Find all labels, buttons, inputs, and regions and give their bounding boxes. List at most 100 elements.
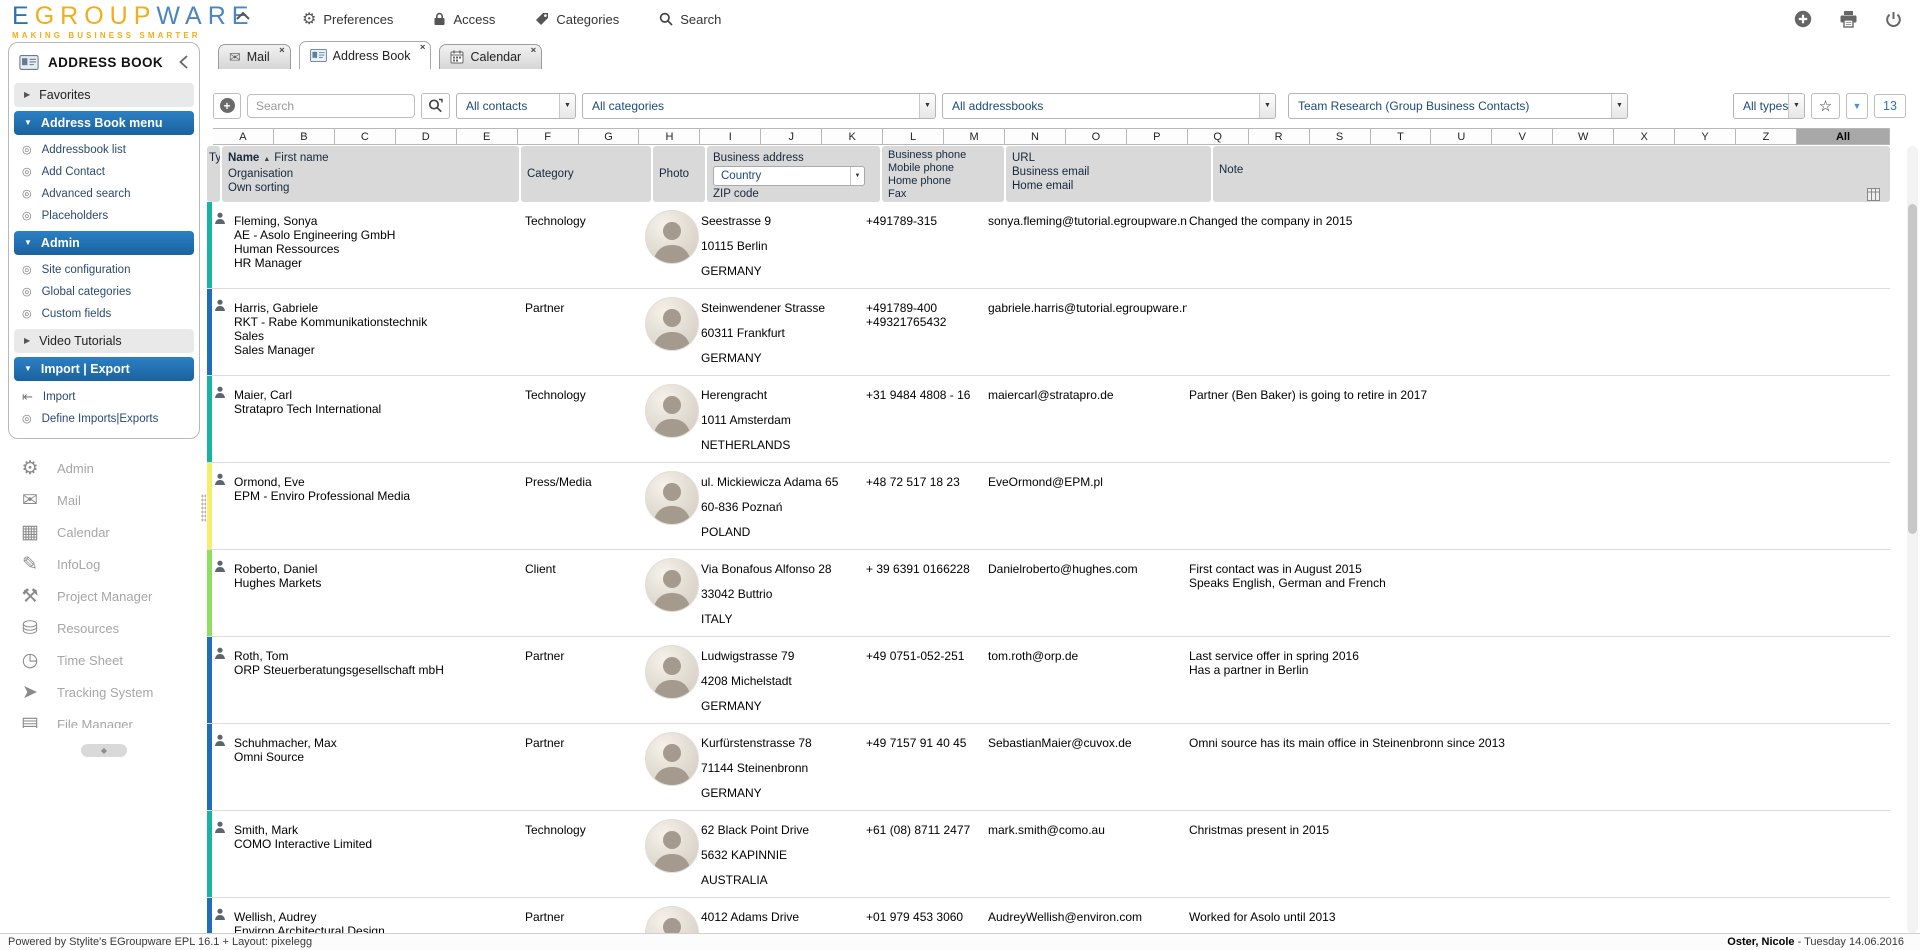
alphabet-letter[interactable]: E xyxy=(457,128,518,145)
sidebar-menu-item[interactable]: ◎ Global categories xyxy=(9,281,199,303)
printer-icon[interactable] xyxy=(1839,11,1858,28)
alphabet-letter[interactable]: B xyxy=(274,128,335,145)
app-link[interactable]: Project Manager xyxy=(8,580,200,612)
alphabet-letter[interactable]: L xyxy=(883,128,944,145)
app-link[interactable]: Admin xyxy=(8,452,200,484)
alphabet-letter[interactable]: D xyxy=(396,128,457,145)
app-link[interactable]: Mail xyxy=(8,484,200,516)
table-row[interactable]: Wellish, Audrey Environ Architectural De… xyxy=(207,898,1890,933)
table-row[interactable]: Roberto, Daniel Hughes Markets Client Vi… xyxy=(207,550,1890,637)
column-header-name[interactable]: Name▲First name Organisation Own sorting xyxy=(222,146,519,202)
table-row[interactable]: Smith, Mark COMO Interactive Limited Tec… xyxy=(207,811,1890,898)
alphabet-letter[interactable]: I xyxy=(700,128,761,145)
alphabet-letter[interactable]: U xyxy=(1431,128,1492,145)
favorites-dropdown-button[interactable]: ▼ xyxy=(1846,93,1868,119)
contacts-filter-select[interactable]: All contacts ▼ xyxy=(456,93,576,119)
sidebar-collapse-icon[interactable] xyxy=(179,55,191,69)
sidebar-menu-item[interactable]: ◎ Site configuration xyxy=(9,259,199,281)
first-name-label[interactable]: First name xyxy=(274,152,328,164)
collapse-header-icon[interactable] xyxy=(236,12,250,20)
scrollbar-thumb[interactable] xyxy=(1908,204,1917,534)
access-button[interactable]: Access xyxy=(433,12,495,27)
column-header-address[interactable]: Business address Country ▼ ZIP code xyxy=(707,146,880,202)
column-header-type[interactable]: Typ xyxy=(207,146,220,202)
column-header-category[interactable]: Category xyxy=(521,146,651,202)
preferences-button[interactable]: ⚙ Preferences xyxy=(302,9,393,29)
alphabet-letter[interactable]: K xyxy=(822,128,883,145)
app-link[interactable]: Resources xyxy=(8,612,200,644)
alphabet-letter[interactable]: P xyxy=(1127,128,1188,145)
categories-button[interactable]: Categories xyxy=(535,12,619,27)
sort-column-label[interactable]: Name xyxy=(228,152,259,164)
column-header-note[interactable]: Note xyxy=(1213,146,1890,202)
own-sorting-label[interactable]: Own sorting xyxy=(228,181,513,195)
alphabet-letter[interactable]: F xyxy=(518,128,579,145)
favorite-star-button[interactable]: ☆ xyxy=(1811,93,1840,119)
close-icon[interactable]: × xyxy=(531,45,537,56)
column-header-url-email[interactable]: URL Business email Home email xyxy=(1006,146,1211,202)
plus-circle-icon[interactable] xyxy=(1794,10,1812,28)
alphabet-letter[interactable]: J xyxy=(761,128,822,145)
app-link[interactable]: Calendar xyxy=(8,516,200,548)
sidebar-section-admin[interactable]: ▼ Admin xyxy=(14,231,194,255)
egroupware-logo[interactable]: EGROUPWARE MAKING BUSINESS SMARTER xyxy=(12,4,254,40)
sidebar-menu-item[interactable]: ◎ Custom fields xyxy=(9,303,199,325)
app-link[interactable]: InfoLog xyxy=(8,548,200,580)
sidebar-splitter-handle[interactable]: ◆ xyxy=(81,744,127,757)
alphabet-letter[interactable]: H xyxy=(639,128,700,145)
table-row[interactable]: Schuhmacher, Max Omni Source Partner Kur… xyxy=(207,724,1890,811)
categories-filter-select[interactable]: All categories ▼ xyxy=(582,93,936,119)
tab-calendar[interactable]: Calendar × xyxy=(439,44,542,69)
alphabet-letter[interactable]: Y xyxy=(1675,128,1736,145)
app-link[interactable]: File Manager xyxy=(8,708,200,728)
column-header-phones[interactable]: Business phone Mobile phone Home phone F… xyxy=(882,146,1004,202)
sidebar-item-import[interactable]: ⇤ Import xyxy=(9,385,199,408)
sidebar-menu-item[interactable]: ◎ Advanced search xyxy=(9,183,199,205)
tab-mail[interactable]: ✉ Mail × xyxy=(218,44,291,69)
alphabet-letter[interactable]: M xyxy=(944,128,1005,145)
alphabet-letter[interactable]: X xyxy=(1614,128,1675,145)
alphabet-letter[interactable]: A xyxy=(213,128,274,145)
sidebar-item-define-imports-exports[interactable]: ◎ Define Imports|Exports xyxy=(9,408,199,430)
table-row[interactable]: Harris, Gabriele RKT - Rabe Kommunikatio… xyxy=(207,289,1890,376)
sidebar-section-favorites[interactable]: ▶ Favorites xyxy=(14,83,194,107)
alphabet-letter[interactable]: O xyxy=(1066,128,1127,145)
organisation-label[interactable]: Organisation xyxy=(228,167,513,181)
sidebar-resize-handle[interactable] xyxy=(201,494,206,522)
sidebar-section-addressbook-menu[interactable]: ▼ Address Book menu xyxy=(14,111,194,135)
alphabet-letter[interactable]: N xyxy=(1005,128,1066,145)
types-filter-select[interactable]: All types ▼ xyxy=(1733,93,1805,119)
alphabet-letter[interactable]: G xyxy=(579,128,640,145)
addressbooks-filter-select[interactable]: All addressbooks ▼ xyxy=(942,93,1276,119)
app-link[interactable]: Time Sheet xyxy=(8,644,200,676)
sidebar-menu-item[interactable]: ◎ Addressbook list xyxy=(9,139,199,161)
alphabet-letter[interactable]: Q xyxy=(1188,128,1249,145)
add-contact-button[interactable]: + xyxy=(213,93,241,119)
alphabet-letter[interactable]: V xyxy=(1492,128,1553,145)
power-icon[interactable] xyxy=(1885,11,1902,28)
sidebar-menu-item[interactable]: ◎ Placeholders xyxy=(9,205,199,227)
alphabet-letter[interactable]: R xyxy=(1249,128,1310,145)
sidebar-section-video-tutorials[interactable]: ▶ Video Tutorials xyxy=(14,329,194,353)
search-input[interactable] xyxy=(247,94,415,118)
alphabet-letter[interactable]: Z xyxy=(1736,128,1797,145)
column-header-photo[interactable]: Photo xyxy=(653,146,705,202)
sidebar-menu-item[interactable]: ◎ Add Contact xyxy=(9,161,199,183)
close-icon[interactable]: × xyxy=(279,45,285,56)
tab-address-book[interactable]: Address Book × xyxy=(299,41,432,69)
team-filter-select[interactable]: Team Research (Group Business Contacts) … xyxy=(1288,93,1628,119)
table-row[interactable]: Maier, Carl Stratapro Tech International… xyxy=(207,376,1890,463)
app-link[interactable]: Tracking System xyxy=(8,676,200,708)
search-button[interactable]: Search xyxy=(659,12,721,27)
alphabet-letter[interactable]: S xyxy=(1310,128,1371,145)
table-row[interactable]: Ormond, Eve EPM - Enviro Professional Me… xyxy=(207,463,1890,550)
alphabet-all-button[interactable]: All xyxy=(1797,128,1890,145)
advanced-search-button[interactable] xyxy=(421,93,450,119)
alphabet-letter[interactable]: T xyxy=(1371,128,1432,145)
table-row[interactable]: Fleming, Sonya AE - Asolo Engineering Gm… xyxy=(207,202,1890,289)
alphabet-letter[interactable]: C xyxy=(335,128,396,145)
table-row[interactable]: Roth, Tom ORP Steuerberatungsgesellschaf… xyxy=(207,637,1890,724)
sidebar-section-import-export[interactable]: ▼ Import | Export xyxy=(14,357,194,381)
alphabet-letter[interactable]: W xyxy=(1553,128,1614,145)
close-icon[interactable]: × xyxy=(420,42,426,53)
